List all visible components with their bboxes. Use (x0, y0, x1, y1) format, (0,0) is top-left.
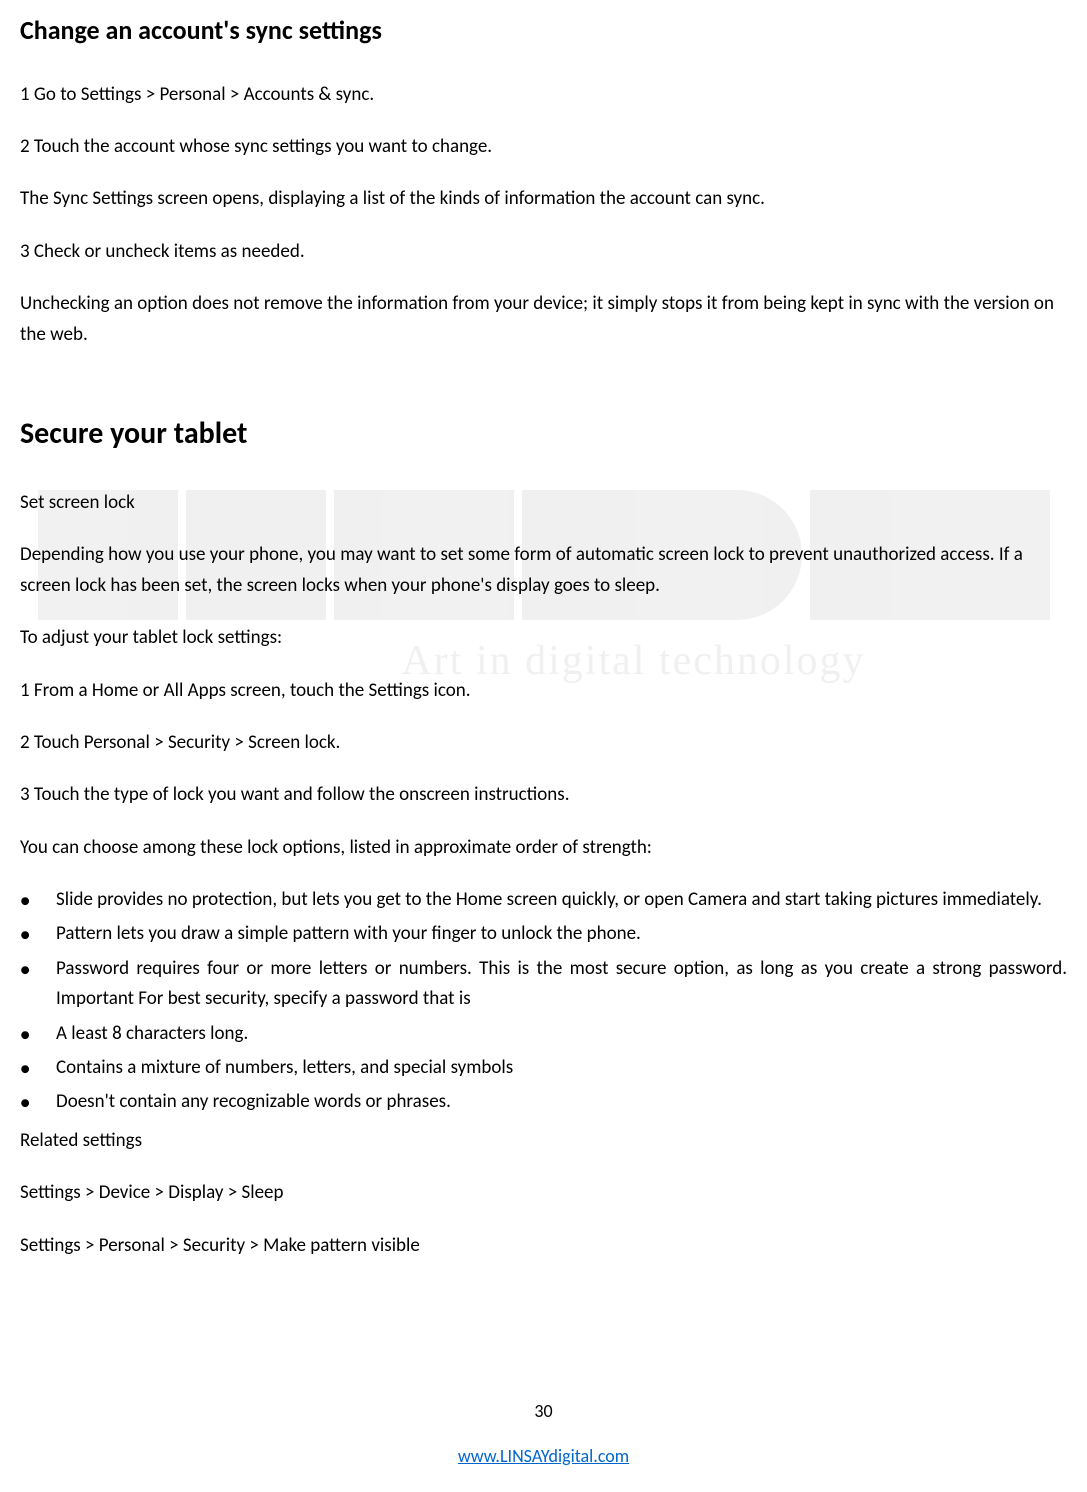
body-text: Depending how you use your phone, you ma… (20, 540, 1067, 601)
body-text: 1 From a Home or All Apps screen, touch … (20, 676, 1067, 706)
page-footer: 30 www.LINSAYdigital.com (0, 1397, 1087, 1472)
list-item: Contains a mixture of numbers, letters, … (56, 1053, 1067, 1083)
lock-options-list: Slide provides no protection, but lets y… (20, 885, 1067, 1118)
list-item: Slide provides no protection, but lets y… (56, 885, 1067, 915)
body-text: 3 Touch the type of lock you want and fo… (20, 780, 1067, 810)
body-text: 2 Touch the account whose sync settings … (20, 132, 1067, 162)
body-text: 3 Check or uncheck items as needed. (20, 237, 1067, 267)
body-text: The Sync Settings screen opens, displayi… (20, 184, 1067, 214)
body-text: 2 Touch Personal > Security > Screen loc… (20, 728, 1067, 758)
list-item: Doesn't contain any recognizable words o… (56, 1087, 1067, 1117)
body-text: Settings > Device > Display > Sleep (20, 1178, 1067, 1208)
body-text: Related settings (20, 1126, 1067, 1156)
body-text: Settings > Personal > Security > Make pa… (20, 1231, 1067, 1261)
page-number: 30 (0, 1397, 1087, 1426)
footer-link[interactable]: www.LINSAYdigital.com (458, 1445, 629, 1467)
body-text: To adjust your tablet lock settings: (20, 623, 1067, 653)
section-heading-sync: Change an account's sync settings (20, 10, 1067, 52)
list-item: Password requires four or more letters o… (56, 954, 1067, 1015)
list-item: A least 8 characters long. (56, 1019, 1067, 1049)
body-text: Set screen lock (20, 488, 1067, 518)
body-text: You can choose among these lock options,… (20, 833, 1067, 863)
list-item: Pattern lets you draw a simple pattern w… (56, 919, 1067, 949)
body-text: Unchecking an option does not remove the… (20, 289, 1067, 350)
section-heading-secure: Secure your tablet (20, 410, 1067, 458)
body-text: 1 Go to Settings > Personal > Accounts &… (20, 80, 1067, 110)
